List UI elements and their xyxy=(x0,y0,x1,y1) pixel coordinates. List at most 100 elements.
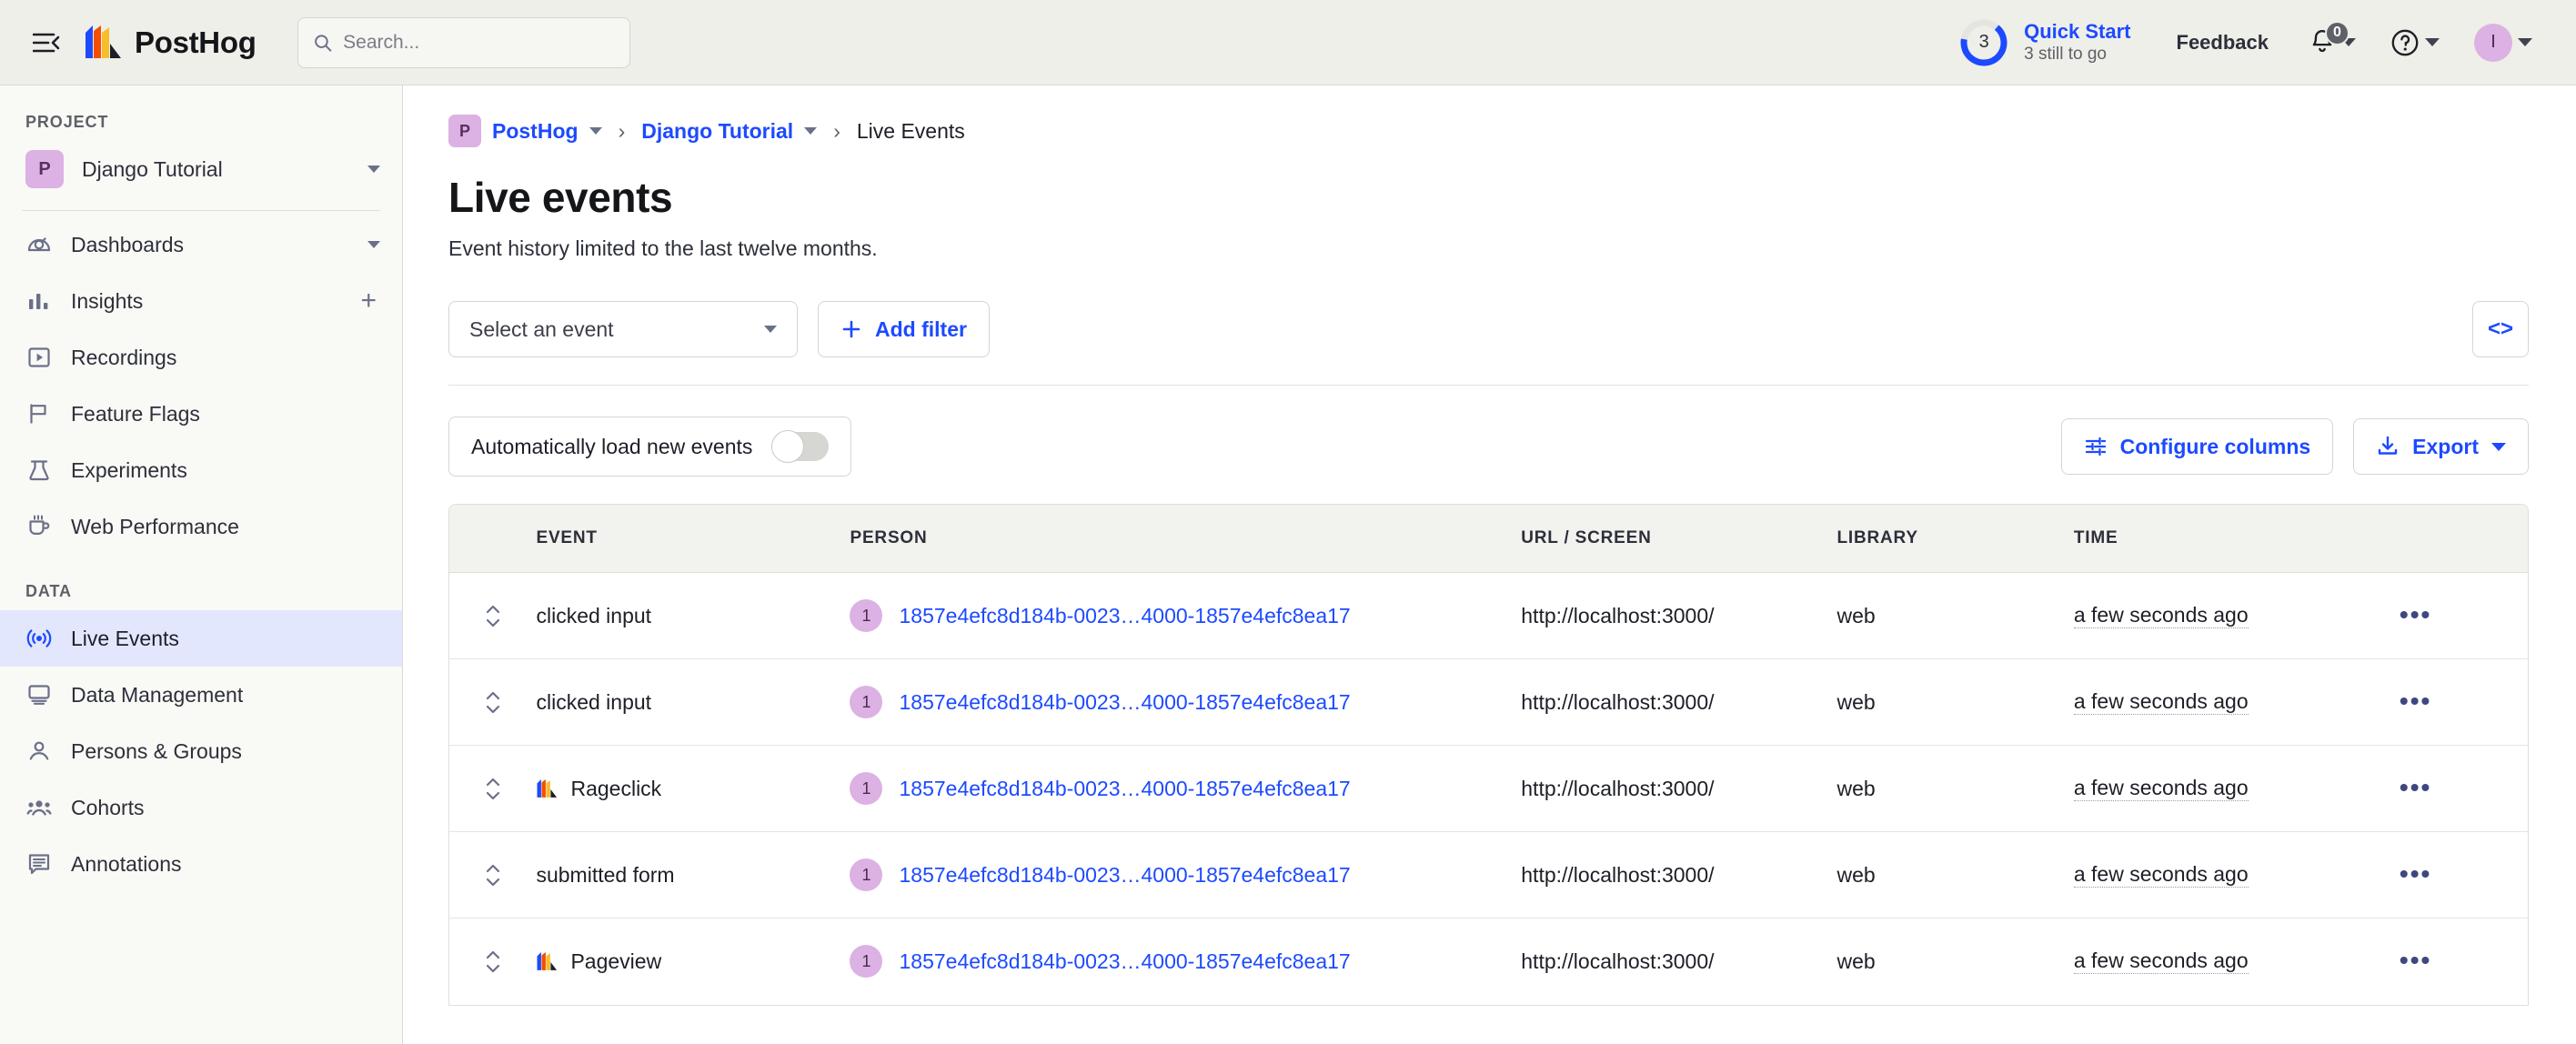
row-sort-handle[interactable] xyxy=(449,604,536,628)
people-group-icon xyxy=(25,794,53,821)
cell-actions[interactable]: ••• xyxy=(2399,831,2528,919)
cell-sort[interactable] xyxy=(449,572,537,659)
notifications-button[interactable]: 0 xyxy=(2298,20,2367,65)
column-header-event[interactable]: EVENT xyxy=(536,505,850,573)
row-more-menu-icon[interactable]: ••• xyxy=(2400,859,2431,888)
cell-event[interactable]: submitted form xyxy=(536,831,850,919)
chevron-down-icon xyxy=(2491,442,2506,451)
event-select[interactable]: Select an event xyxy=(448,301,798,357)
autoload-toggle[interactable] xyxy=(771,430,830,463)
row-sort-handle[interactable] xyxy=(449,949,536,974)
cell-actions[interactable]: ••• xyxy=(2399,572,2528,659)
sidebar-item-recordings[interactable]: Recordings xyxy=(0,329,402,386)
posthog-hog-icon xyxy=(537,778,558,798)
table-row[interactable]: Rageclick 1 1857e4efc8d184b-0023…4000-1857… xyxy=(449,745,2528,832)
table-row[interactable]: clicked input 1 1857e4efc8d184b-0023…4000-… xyxy=(449,658,2528,746)
autoload-toggle-row[interactable]: Automatically load new events xyxy=(448,417,852,477)
cell-sort[interactable] xyxy=(449,658,537,746)
chevron-down-icon[interactable] xyxy=(804,127,818,135)
row-more-menu-icon[interactable]: ••• xyxy=(2400,773,2431,801)
breadcrumb: P PostHog › Django Tutorial › Live Event… xyxy=(448,85,2529,151)
column-header-url[interactable]: URL / SCREEN xyxy=(1521,505,1837,573)
sidebar-item-experiments[interactable]: Experiments xyxy=(0,442,402,498)
sliders-icon xyxy=(2085,437,2106,457)
help-button[interactable] xyxy=(2380,21,2450,65)
cell-sort[interactable] xyxy=(449,919,536,1005)
events-toolbar: Automatically load new events Configure … xyxy=(448,417,2529,477)
cell-time: a few seconds ago xyxy=(2073,919,2400,1005)
row-more-menu-icon[interactable]: ••• xyxy=(2400,946,2431,974)
person-count-badge: 1 xyxy=(850,686,883,718)
cell-actions[interactable]: ••• xyxy=(2399,745,2528,832)
sidebar-item-insights[interactable]: Insights + xyxy=(0,273,402,329)
person-link[interactable]: 1857e4efc8d184b-0023…4000-1857e4efc8ea17 xyxy=(899,690,1350,715)
cell-person[interactable]: 1 1857e4efc8d184b-0023…4000-1857e4efc8ea1… xyxy=(850,831,1522,919)
row-more-menu-icon[interactable]: ••• xyxy=(2400,687,2431,715)
relative-time: a few seconds ago xyxy=(2073,776,2249,801)
cell-url: http://localhost:3000/ xyxy=(1521,745,1837,832)
sidebar-section-project: PROJECT xyxy=(25,113,109,131)
sidebar-item-feature-flags[interactable]: Feature Flags xyxy=(0,386,402,442)
feedback-button[interactable]: Feedback xyxy=(2160,22,2286,64)
search-input[interactable] xyxy=(343,31,615,54)
column-header-time[interactable]: TIME xyxy=(2073,505,2400,573)
quick-start-title: Quick Start xyxy=(2024,19,2131,43)
cell-person[interactable]: 1 1857e4efc8d184b-0023…4000-1857e4efc8ea1… xyxy=(850,745,1522,832)
event-name: Rageclick xyxy=(570,776,662,800)
person-link[interactable]: 1857e4efc8d184b-0023…4000-1857e4efc8ea17 xyxy=(899,777,1350,801)
person-link[interactable]: 1857e4efc8d184b-0023…4000-1857e4efc8ea17 xyxy=(899,949,1350,974)
export-button[interactable]: Export xyxy=(2353,418,2529,475)
notifications-badge: 0 xyxy=(2325,20,2350,45)
new-insight-plus-icon[interactable]: + xyxy=(357,287,380,315)
monitor-icon xyxy=(25,681,53,708)
table-row[interactable]: clicked input 1 1857e4efc8d184b-0023…4000-… xyxy=(449,572,2528,659)
sidebar-item-persons-groups[interactable]: Persons & Groups xyxy=(0,723,402,779)
cell-person[interactable]: 1 1857e4efc8d184b-0023…4000-1857e4efc8ea1… xyxy=(850,919,1521,1005)
column-header-person[interactable]: PERSON xyxy=(850,505,1522,573)
cell-event[interactable]: Rageclick xyxy=(536,745,850,832)
row-more-menu-icon[interactable]: ••• xyxy=(2400,600,2431,628)
breadcrumb-project-link[interactable]: Django Tutorial xyxy=(641,119,793,144)
cell-event[interactable]: clicked input xyxy=(536,572,850,659)
row-sort-handle[interactable] xyxy=(449,690,536,715)
sidebar-item-annotations[interactable]: Annotations xyxy=(0,836,402,892)
chevron-down-icon[interactable] xyxy=(367,241,380,248)
sidebar-item-label: Cohorts xyxy=(71,795,145,819)
cell-sort[interactable] xyxy=(449,831,537,919)
table-row[interactable]: Pageview 1 1857e4efc8d184b-0023…4000-1857e… xyxy=(449,919,2528,1005)
add-filter-button[interactable]: Add filter xyxy=(818,301,990,357)
sidebar-project-switcher[interactable]: P Django Tutorial xyxy=(0,141,402,197)
sidebar-collapse-icon[interactable] xyxy=(25,22,67,64)
sidebar-item-dashboards[interactable]: Dashboards xyxy=(0,216,402,273)
event-name: clicked input xyxy=(536,689,652,714)
sidebar-item-data-management[interactable]: Data Management xyxy=(0,667,402,723)
row-sort-handle[interactable] xyxy=(449,863,536,888)
global-search[interactable] xyxy=(297,16,630,68)
sidebar-item-live-events[interactable]: Live Events xyxy=(0,610,402,667)
brand-name: PostHog xyxy=(135,25,257,59)
posthog-logo-link[interactable]: PostHog xyxy=(84,25,257,60)
download-icon xyxy=(2378,436,2398,455)
column-header-library[interactable]: LIBRARY xyxy=(1836,505,2074,573)
chevron-down-icon[interactable] xyxy=(589,127,602,135)
table-row[interactable]: submitted form 1 1857e4efc8d184b-0023…4000… xyxy=(449,831,2528,919)
person-link[interactable]: 1857e4efc8d184b-0023…4000-1857e4efc8ea17 xyxy=(899,863,1350,888)
cell-actions[interactable]: ••• xyxy=(2399,658,2528,746)
cell-event[interactable]: Pageview xyxy=(536,919,850,1005)
quick-start-button[interactable]: 3 Quick Start 3 still to go xyxy=(1946,17,2143,68)
configure-columns-button[interactable]: Configure columns xyxy=(2060,418,2334,475)
cell-actions[interactable]: ••• xyxy=(2400,919,2528,1005)
breadcrumb-org-link[interactable]: PostHog xyxy=(492,119,579,144)
cell-event[interactable]: clicked input xyxy=(536,658,850,746)
sidebar-item-label: Annotations xyxy=(71,851,182,876)
cell-person[interactable]: 1 1857e4efc8d184b-0023…4000-1857e4efc8ea1… xyxy=(850,658,1522,746)
view-source-button[interactable]: <> xyxy=(2472,301,2529,357)
account-menu-button[interactable]: I xyxy=(2463,16,2543,69)
export-label: Export xyxy=(2412,434,2479,458)
cell-sort[interactable] xyxy=(449,745,537,832)
person-link[interactable]: 1857e4efc8d184b-0023…4000-1857e4efc8ea17 xyxy=(899,604,1350,628)
sidebar-item-web-performance[interactable]: Web Performance xyxy=(0,498,402,555)
sidebar-item-cohorts[interactable]: Cohorts xyxy=(0,779,402,836)
row-sort-handle[interactable] xyxy=(449,777,536,801)
cell-person[interactable]: 1 1857e4efc8d184b-0023…4000-1857e4efc8ea1… xyxy=(850,572,1522,659)
